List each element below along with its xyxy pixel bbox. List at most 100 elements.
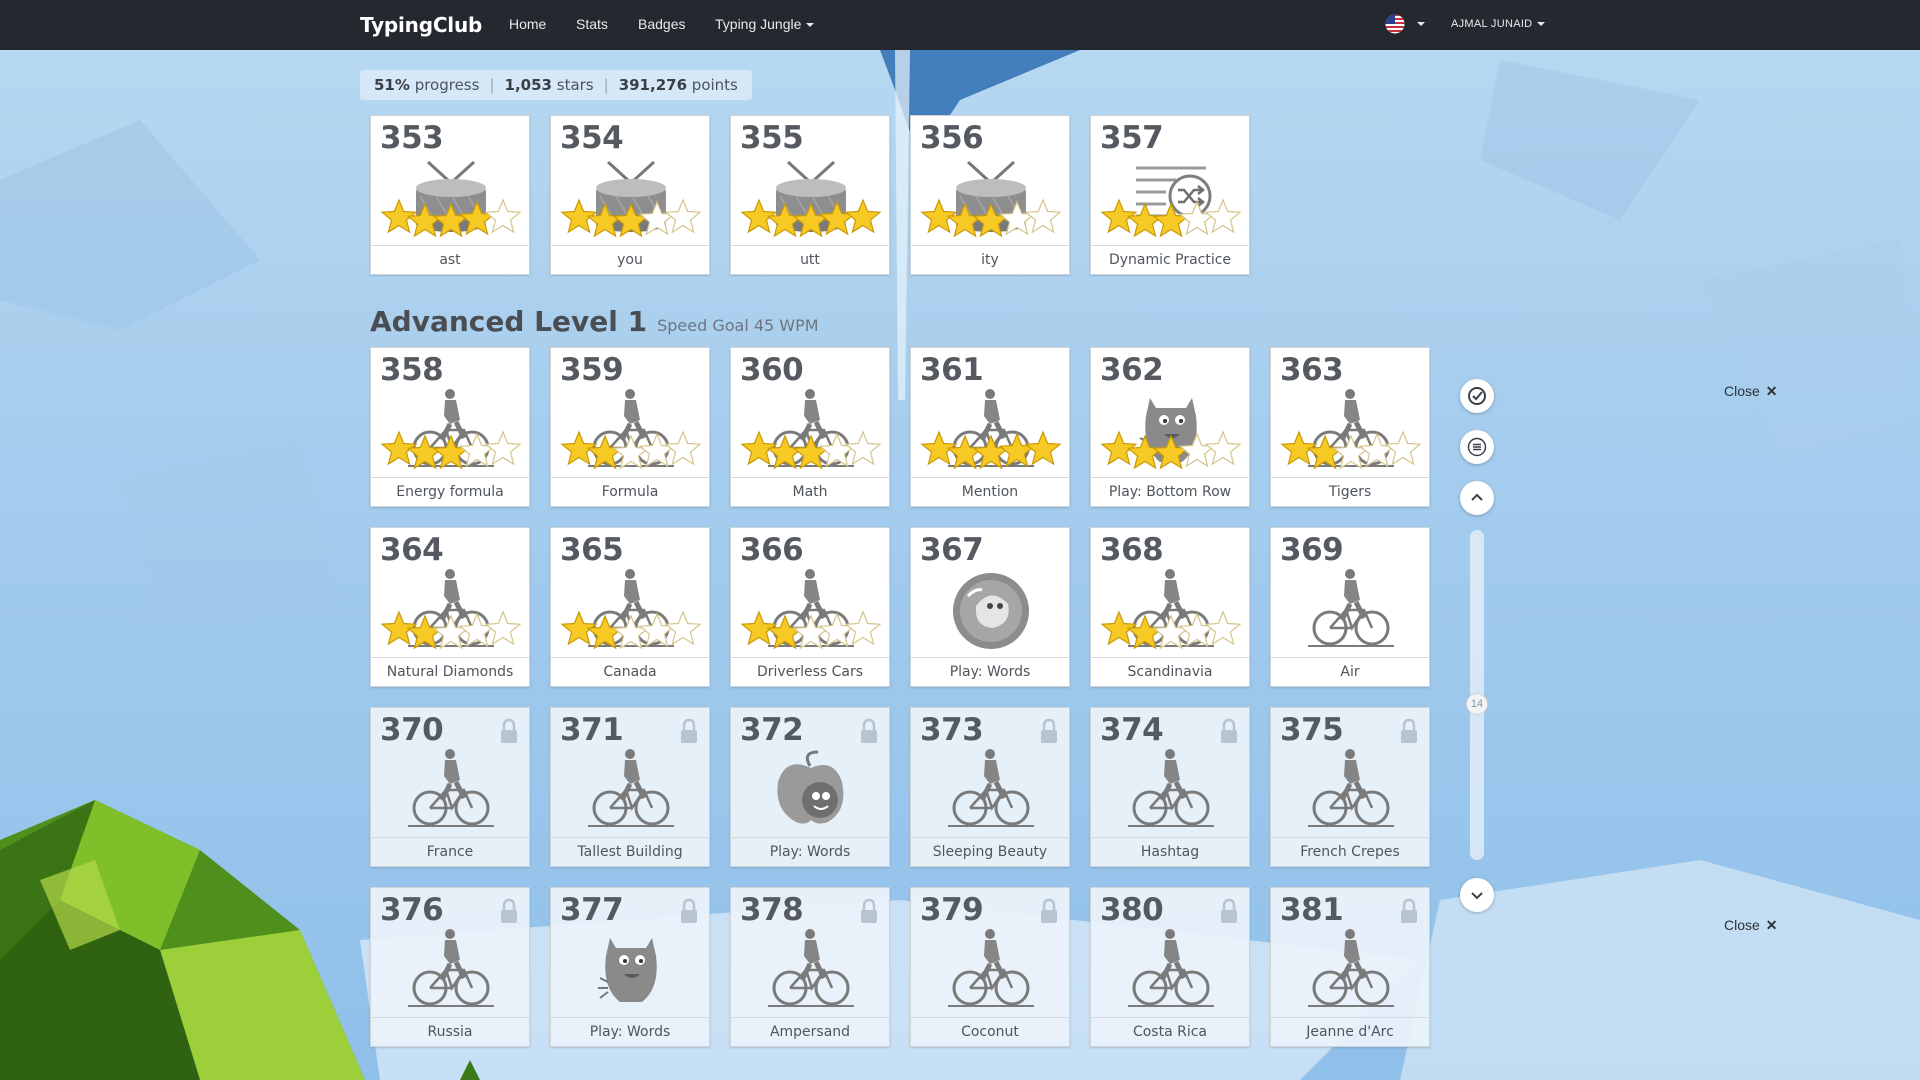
lesson-number: 379 xyxy=(920,892,984,928)
top-navbar: TypingClub Home Stats Badges Typing Jung… xyxy=(0,0,1920,50)
lesson-card-354[interactable]: 354 you xyxy=(550,115,710,275)
progress-label: progress xyxy=(414,76,480,94)
lesson-card-370[interactable]: 370 France xyxy=(370,707,530,867)
star-icon xyxy=(458,612,496,648)
lesson-card-356[interactable]: 356 ity xyxy=(910,115,1070,275)
points-count: 391,276 xyxy=(618,76,688,94)
lesson-card-358[interactable]: 358 Energy formula xyxy=(370,347,530,507)
lesson-title: ast xyxy=(371,245,529,274)
lesson-title: Russia xyxy=(371,1017,529,1046)
lesson-number: 373 xyxy=(920,712,984,748)
lesson-number: 372 xyxy=(740,712,804,748)
lesson-card-374[interactable]: 374 Hashtag xyxy=(1090,707,1250,867)
star-icon xyxy=(586,202,624,238)
star-icon xyxy=(1178,432,1216,468)
lesson-card-357[interactable]: 357 Dynamic Practice xyxy=(1090,115,1250,275)
lesson-title: Scandinavia xyxy=(1091,657,1249,686)
lesson-card-368[interactable]: 368 Scandinavia xyxy=(1090,527,1250,687)
check-circle-button[interactable] xyxy=(1460,379,1494,413)
user-menu-dropdown[interactable]: AJMAL JUNAID xyxy=(1451,18,1546,30)
lesson-card-373[interactable]: 373 Sleeping Beauty xyxy=(910,707,1070,867)
star-icon xyxy=(406,202,444,238)
star-icon xyxy=(1152,434,1190,470)
nav-stats-link[interactable]: Stats xyxy=(576,16,608,32)
lesson-card-378[interactable]: 378 Ampersand xyxy=(730,887,890,1047)
star-icon xyxy=(792,434,830,470)
us-flag-icon[interactable] xyxy=(1384,14,1406,34)
lesson-title: Natural Diamonds xyxy=(371,657,529,686)
star-icon xyxy=(612,614,650,650)
language-caret-icon[interactable] xyxy=(1417,22,1425,26)
star-icon xyxy=(1152,614,1190,650)
lesson-card-377[interactable]: 377 Play: Words xyxy=(550,887,710,1047)
star-icon xyxy=(1024,430,1062,466)
star-icon xyxy=(1384,430,1422,466)
nav-typing-jungle-dropdown[interactable]: Typing Jungle xyxy=(715,16,815,32)
lesson-card-371[interactable]: 371 Tallest Building xyxy=(550,707,710,867)
lesson-title: Driverless Cars xyxy=(731,657,889,686)
menu-button[interactable] xyxy=(1460,430,1494,464)
speed-goal: Speed Goal 45 WPM xyxy=(657,316,819,335)
close-link-top[interactable]: Close ✕ xyxy=(1724,383,1778,400)
star-icon xyxy=(998,200,1036,236)
scroll-position-badge[interactable]: 14 xyxy=(1466,693,1488,715)
points-label: points xyxy=(691,76,738,94)
lesson-number: 376 xyxy=(380,892,444,928)
star-icon xyxy=(664,610,702,646)
lesson-card-379[interactable]: 379 Coconut xyxy=(910,887,1070,1047)
brand-logo[interactable]: TypingClub xyxy=(360,13,482,37)
nav-badges-link[interactable]: Badges xyxy=(638,16,685,32)
lesson-card-380[interactable]: 380 Costa Rica xyxy=(1090,887,1250,1047)
lesson-number: 360 xyxy=(740,352,804,388)
star-icon xyxy=(766,434,804,470)
lesson-title: Play: Words xyxy=(551,1017,709,1046)
star-icon xyxy=(1204,198,1242,234)
star-icon xyxy=(1204,610,1242,646)
star-icon xyxy=(406,434,444,470)
lesson-card-359[interactable]: 359 Formula xyxy=(550,347,710,507)
star-icon xyxy=(946,202,984,238)
lesson-card-355[interactable]: 355 utt xyxy=(730,115,890,275)
lesson-title: Ampersand xyxy=(731,1017,889,1046)
lesson-title: Costa Rica xyxy=(1091,1017,1249,1046)
progress-summary: 51% progress | 1,053 stars | 391,276 poi… xyxy=(360,70,752,100)
lesson-card-365[interactable]: 365 Canada xyxy=(550,527,710,687)
nav-home-link[interactable]: Home xyxy=(509,16,546,32)
lesson-card-367[interactable]: 367 Play: Words xyxy=(910,527,1070,687)
star-icon xyxy=(432,614,470,650)
lesson-card-364[interactable]: 364 Natural Diamonds xyxy=(370,527,530,687)
star-icon xyxy=(1126,614,1164,650)
lesson-number: 371 xyxy=(560,712,624,748)
scroll-down-button[interactable] xyxy=(1460,878,1494,912)
scroll-up-button[interactable] xyxy=(1460,481,1494,515)
lesson-card-362[interactable]: 362 Play: Bottom Row xyxy=(1090,347,1250,507)
star-icon xyxy=(612,202,650,238)
lesson-title: Play: Words xyxy=(731,837,889,866)
star-icon xyxy=(586,434,624,470)
lesson-title: Canada xyxy=(551,657,709,686)
lesson-card-369[interactable]: 369 Air xyxy=(1270,527,1430,687)
star-icon xyxy=(818,612,856,648)
lesson-card-366[interactable]: 366 Driverless Cars xyxy=(730,527,890,687)
lesson-card-360[interactable]: 360 Math xyxy=(730,347,890,507)
star-icon xyxy=(818,200,856,236)
lesson-number: 368 xyxy=(1100,532,1164,568)
star-icon xyxy=(612,434,650,470)
star-icon xyxy=(1178,612,1216,648)
close-link-bottom[interactable]: Close ✕ xyxy=(1724,917,1778,934)
lesson-title: Hashtag xyxy=(1091,837,1249,866)
lesson-title: Tigers xyxy=(1271,477,1429,506)
star-icon xyxy=(406,614,444,650)
lesson-card-376[interactable]: 376 Russia xyxy=(370,887,530,1047)
lesson-card-375[interactable]: 375 French Crepes xyxy=(1270,707,1430,867)
lesson-card-361[interactable]: 361 Mention xyxy=(910,347,1070,507)
lesson-title: Mention xyxy=(911,477,1069,506)
star-icon xyxy=(458,200,496,236)
star-icon xyxy=(484,430,522,466)
lesson-card-381[interactable]: 381 Jeanne d'Arc xyxy=(1270,887,1430,1047)
lesson-card-363[interactable]: 363 Tigers xyxy=(1270,347,1430,507)
lesson-card-353[interactable]: 353 ast xyxy=(370,115,530,275)
lesson-title: French Crepes xyxy=(1271,837,1429,866)
star-icon xyxy=(844,610,882,646)
lesson-card-372[interactable]: 372 Play: Words xyxy=(730,707,890,867)
